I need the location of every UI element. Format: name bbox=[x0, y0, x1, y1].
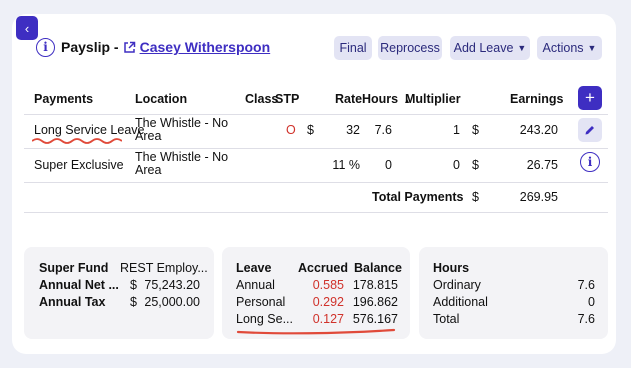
hours-header: Hours bbox=[433, 261, 470, 275]
col-hours-label: Hours bbox=[362, 92, 399, 106]
total-payments-prefix: $ bbox=[472, 190, 479, 204]
annual-tax-value: 25,000.00 bbox=[144, 295, 200, 309]
chevron-down-icon: ▼ bbox=[587, 43, 597, 53]
row2-multiplier: 0 bbox=[453, 158, 460, 172]
super-fund-label: Super Fund bbox=[39, 261, 109, 275]
actions-label: Actions bbox=[542, 41, 584, 55]
col-multiplier: Multiplier bbox=[405, 92, 461, 106]
leave-accrued: 0.127 bbox=[312, 312, 344, 326]
employee-name-link[interactable]: Casey Witherspoon bbox=[140, 39, 271, 55]
leave-balance: 576.167 bbox=[352, 312, 398, 326]
total-payments-label: Total Payments bbox=[372, 190, 464, 204]
row-divider bbox=[24, 148, 608, 149]
accrued-header: Accrued bbox=[298, 261, 349, 275]
leave-accrued: 0.292 bbox=[312, 295, 344, 309]
row2-payment: Super Exclusive bbox=[34, 158, 124, 172]
annual-net-value: 75,243.20 bbox=[144, 278, 200, 292]
table-divider bbox=[24, 212, 608, 213]
super-fund-value: REST Employ... bbox=[120, 261, 208, 275]
row1-multiplier: 1 bbox=[453, 123, 460, 137]
add-leave-label: Add Leave bbox=[453, 41, 514, 55]
chevron-left-icon: ‹ bbox=[24, 20, 30, 36]
balance-header: Balance bbox=[354, 261, 402, 275]
col-stp: STP bbox=[275, 92, 300, 106]
row1-earnings-prefix: $ bbox=[472, 123, 479, 137]
annual-net-prefix: $ bbox=[130, 278, 137, 292]
annual-tax-prefix: $ bbox=[130, 295, 137, 309]
col-payments: Payments bbox=[34, 92, 94, 106]
actions-button[interactable]: Actions ▼ bbox=[537, 36, 602, 60]
total-payments-value: 269.95 bbox=[519, 190, 558, 204]
leave-accrued: 0.585 bbox=[312, 278, 344, 292]
highlight-underline bbox=[236, 328, 396, 335]
row2-location: The Whistle - No Area bbox=[135, 150, 229, 177]
row2-earnings: 26.75 bbox=[526, 158, 558, 172]
leave-balance: 196.862 bbox=[352, 295, 398, 309]
table-divider bbox=[24, 114, 608, 115]
row1-hours: 7.6 bbox=[374, 123, 392, 137]
info-icon[interactable]: i bbox=[580, 152, 600, 172]
external-link-icon[interactable] bbox=[123, 41, 136, 54]
edit-row-button[interactable] bbox=[578, 118, 602, 142]
row1-payment: Long Service Leave bbox=[34, 123, 145, 137]
hours-additional-label: Additional bbox=[433, 295, 488, 309]
add-payment-button[interactable]: + bbox=[578, 86, 602, 110]
row-divider bbox=[24, 182, 608, 183]
leave-type: Personal bbox=[236, 295, 286, 309]
row2-hours: 0 bbox=[385, 158, 392, 172]
col-earnings: Earnings bbox=[510, 92, 564, 106]
leave-balance: 178.815 bbox=[352, 278, 398, 292]
annual-net-label: Annual Net ... bbox=[39, 278, 119, 292]
add-leave-button[interactable]: Add Leave ▼ bbox=[450, 36, 530, 60]
row2-earnings-prefix: $ bbox=[472, 158, 479, 172]
chevron-down-icon: ▼ bbox=[517, 43, 527, 53]
title-prefix: Payslip - bbox=[61, 39, 119, 55]
hours-ordinary-label: Ordinary bbox=[433, 278, 481, 292]
col-location: Location bbox=[135, 92, 188, 106]
row1-rate: 32 bbox=[346, 123, 360, 137]
leave-type: Long Se... bbox=[236, 312, 293, 326]
leave-type: Annual bbox=[236, 278, 275, 292]
back-button[interactable]: ‹ bbox=[16, 16, 38, 40]
row1-stp: O bbox=[286, 123, 296, 137]
row1-rate-prefix: $ bbox=[307, 123, 314, 137]
hours-total-label: Total bbox=[433, 312, 460, 326]
spellcheck-underline bbox=[32, 138, 122, 144]
final-button[interactable]: Final bbox=[334, 36, 372, 60]
hours-total-value: 7.6 bbox=[577, 312, 595, 326]
row1-location: The Whistle - No Area bbox=[135, 116, 229, 143]
info-icon[interactable]: i bbox=[36, 37, 55, 57]
row2-rate: 11 % bbox=[332, 158, 360, 172]
hours-additional-value: 0 bbox=[588, 295, 595, 309]
hours-ordinary-value: 7.6 bbox=[577, 278, 595, 292]
pencil-icon bbox=[585, 126, 594, 135]
row1-earnings: 243.20 bbox=[519, 123, 558, 137]
reprocess-button[interactable]: Reprocess bbox=[378, 36, 442, 60]
leave-header: Leave bbox=[236, 261, 272, 275]
col-hours[interactable]: Hours ▲ bbox=[362, 92, 411, 106]
annual-tax-label: Annual Tax bbox=[39, 295, 106, 309]
col-class: Class bbox=[245, 92, 279, 106]
payslip-title: i Payslip - Casey Witherspoon bbox=[36, 37, 270, 57]
col-rate: Rate bbox=[335, 92, 363, 106]
